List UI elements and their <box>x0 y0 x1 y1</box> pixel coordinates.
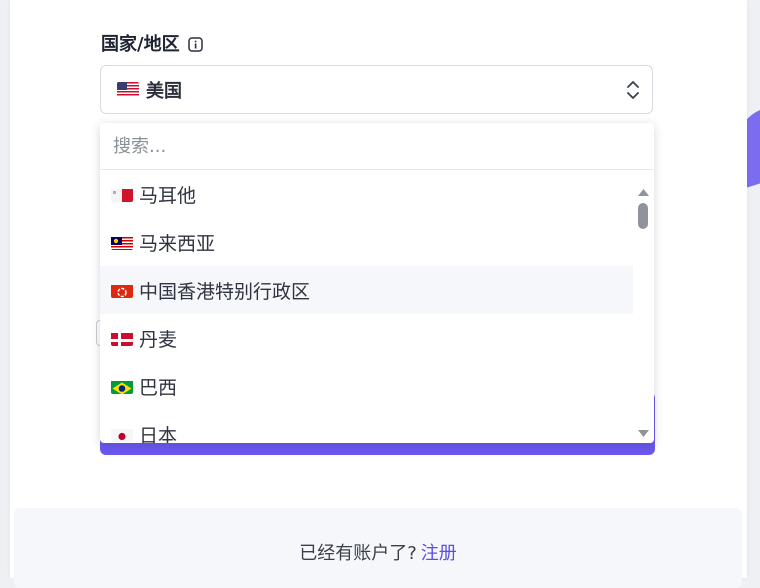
country-field-label: 国家/地区 <box>101 30 203 56</box>
country-search-input[interactable] <box>111 134 615 158</box>
footer-text: 已经有账户了? 注册 <box>14 539 742 565</box>
info-icon[interactable] <box>187 36 203 52</box>
country-option-denmark[interactable]: 丹麦 <box>100 314 633 362</box>
scroll-down-arrow-icon[interactable] <box>637 423 650 442</box>
br-flag-icon <box>111 379 133 394</box>
country-option-label: 日本 <box>139 424 178 444</box>
hk-flag-icon <box>111 283 133 298</box>
country-option-malta[interactable]: 马耳他 <box>100 170 633 218</box>
country-option-label: 丹麦 <box>139 328 178 351</box>
country-option-label: 马来西亚 <box>139 232 216 255</box>
country-option-malaysia[interactable]: 马来西亚 <box>100 218 633 266</box>
chevron-up-down-icon <box>626 80 640 100</box>
country-list: 马耳他 马来西亚 中国香港特别行政区 丹麦 巴西 日本 <box>100 170 633 443</box>
footer-panel: 已经有账户了? 注册 <box>14 508 742 588</box>
scrollbar-thumb[interactable] <box>638 203 648 229</box>
country-option-japan[interactable]: 日本 <box>100 410 633 443</box>
scroll-up-arrow-icon[interactable] <box>637 182 650 201</box>
my-flag-icon <box>111 235 133 250</box>
country-option-label: 巴西 <box>139 376 178 399</box>
country-select-value: 美国 <box>146 80 182 102</box>
country-option-label: 马耳他 <box>139 184 197 207</box>
country-dropdown: 马耳他 马来西亚 <box>100 123 654 443</box>
have-account-prompt: 已经有账户了? <box>299 543 417 564</box>
country-label-text: 国家/地区 <box>101 34 180 55</box>
register-link[interactable]: 注册 <box>421 543 457 564</box>
jp-flag-icon <box>111 427 133 442</box>
country-option-brazil[interactable]: 巴西 <box>100 362 633 410</box>
dropdown-search <box>100 123 654 170</box>
dropdown-scrollbar[interactable] <box>633 170 654 443</box>
country-option-hong-kong[interactable]: 中国香港特别行政区 <box>100 266 633 314</box>
country-option-label: 中国香港特别行政区 <box>139 280 311 303</box>
us-flag-icon <box>117 82 139 97</box>
mt-flag-icon <box>111 187 133 202</box>
dk-flag-icon <box>111 331 133 346</box>
country-select[interactable]: 美国 <box>100 65 653 114</box>
